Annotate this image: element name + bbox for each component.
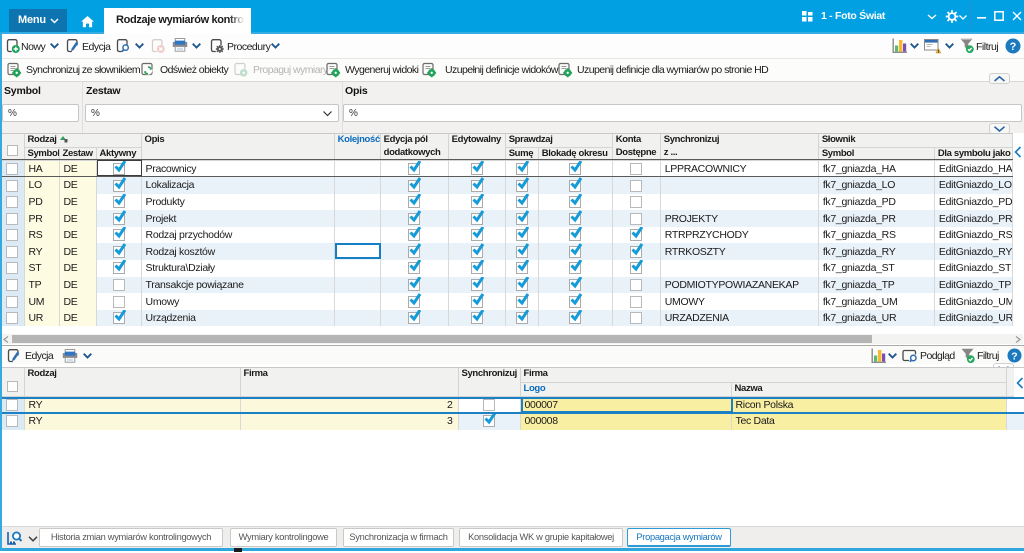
svg-text:?: ?	[1010, 41, 1017, 53]
svg-text:?: ?	[1011, 350, 1017, 362]
